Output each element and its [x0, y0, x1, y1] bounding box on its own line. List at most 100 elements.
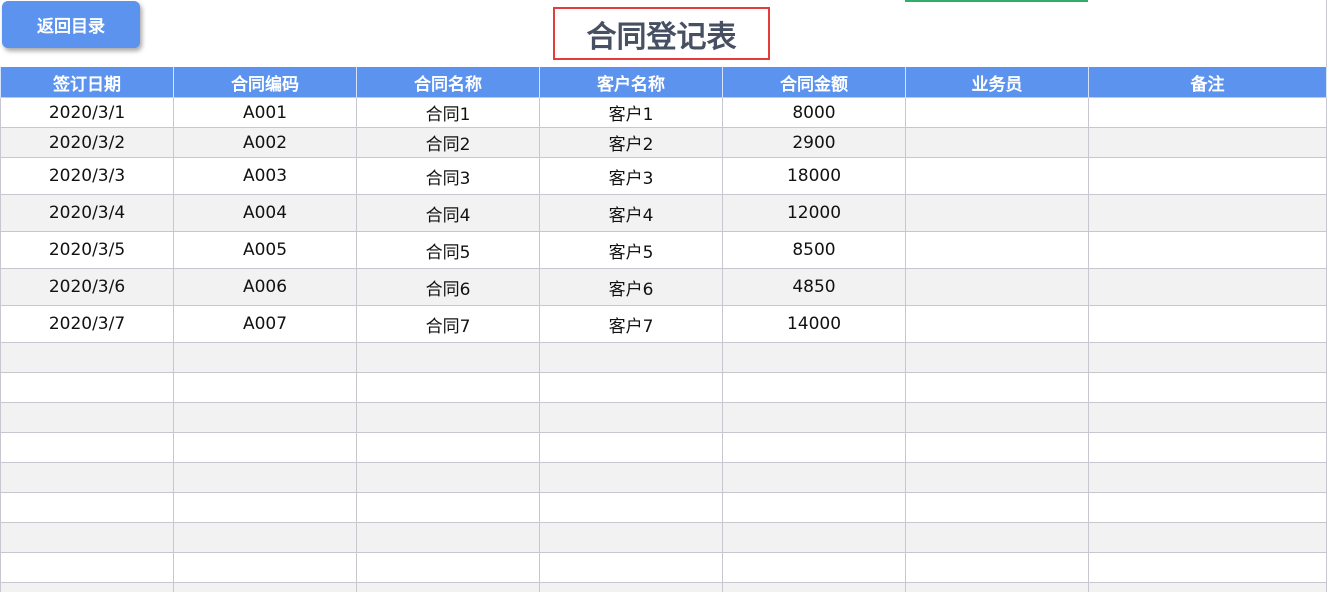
cell-customer-name[interactable] [539, 492, 723, 523]
cell-contract-amount[interactable]: 8000 [722, 97, 906, 128]
cell-contract-code[interactable]: A001 [173, 97, 357, 128]
cell-contract-amount[interactable] [722, 552, 906, 583]
header-contract-name[interactable]: 合同名称 [356, 67, 540, 98]
cell-contract-code[interactable] [173, 432, 357, 463]
cell-sign-date[interactable] [0, 432, 174, 463]
cell-sign-date[interactable]: 2020/3/7 [0, 305, 174, 343]
cell-sign-date[interactable] [0, 372, 174, 403]
cell-contract-code[interactable] [173, 342, 357, 373]
cell-sign-date[interactable]: 2020/3/4 [0, 194, 174, 232]
header-sign-date[interactable]: 签订日期 [0, 67, 174, 98]
cell-contract-name[interactable]: 合同4 [356, 194, 540, 232]
cell-remarks[interactable] [1088, 372, 1327, 403]
cell-remarks[interactable] [1088, 402, 1327, 433]
cell-sign-date[interactable]: 2020/3/6 [0, 268, 174, 306]
cell-customer-name[interactable]: 客户1 [539, 97, 723, 128]
cell-contract-name[interactable] [356, 372, 540, 403]
cell-customer-name[interactable]: 客户7 [539, 305, 723, 343]
cell-contract-amount[interactable]: 8500 [722, 231, 906, 269]
header-remarks[interactable]: 备注 [1088, 67, 1327, 98]
cell-sign-date[interactable] [0, 492, 174, 523]
cell-remarks[interactable] [1088, 582, 1327, 592]
cell-remarks[interactable] [1088, 342, 1327, 373]
cell-remarks[interactable] [1088, 552, 1327, 583]
header-contract-amount[interactable]: 合同金额 [722, 67, 906, 98]
cell-sign-date[interactable] [0, 462, 174, 493]
cell-customer-name[interactable] [539, 342, 723, 373]
back-to-index-button[interactable]: 返回目录 [2, 1, 140, 48]
cell-contract-amount[interactable]: 14000 [722, 305, 906, 343]
cell-contract-name[interactable]: 合同6 [356, 268, 540, 306]
cell-sign-date[interactable] [0, 552, 174, 583]
cell-customer-name[interactable] [539, 432, 723, 463]
cell-customer-name[interactable] [539, 522, 723, 553]
cell-customer-name[interactable]: 客户3 [539, 157, 723, 195]
cell-salesperson[interactable] [905, 342, 1089, 373]
cell-salesperson[interactable] [905, 432, 1089, 463]
cell-sign-date[interactable]: 2020/3/1 [0, 97, 174, 128]
cell-salesperson[interactable] [905, 522, 1089, 553]
cell-contract-name[interactable]: 合同2 [356, 127, 540, 158]
cell-contract-code[interactable] [173, 372, 357, 403]
cell-sign-date[interactable] [0, 522, 174, 553]
cell-contract-amount[interactable] [722, 342, 906, 373]
cell-remarks[interactable] [1088, 194, 1327, 232]
cell-contract-name[interactable] [356, 432, 540, 463]
cell-contract-name[interactable]: 合同1 [356, 97, 540, 128]
cell-contract-code[interactable] [173, 492, 357, 523]
cell-salesperson[interactable] [905, 231, 1089, 269]
page-title[interactable]: 合同登记表 [553, 7, 770, 60]
cell-contract-amount[interactable] [722, 372, 906, 403]
cell-contract-amount[interactable]: 4850 [722, 268, 906, 306]
cell-remarks[interactable] [1088, 305, 1327, 343]
cell-salesperson[interactable] [905, 305, 1089, 343]
cell-contract-name[interactable] [356, 582, 540, 592]
cell-sign-date[interactable]: 2020/3/2 [0, 127, 174, 158]
header-contract-code[interactable]: 合同编码 [173, 67, 357, 98]
cell-salesperson[interactable] [905, 402, 1089, 433]
cell-remarks[interactable] [1088, 492, 1327, 523]
cell-contract-name[interactable]: 合同7 [356, 305, 540, 343]
cell-contract-amount[interactable] [722, 432, 906, 463]
cell-contract-name[interactable] [356, 462, 540, 493]
cell-contract-code[interactable] [173, 582, 357, 592]
cell-remarks[interactable] [1088, 231, 1327, 269]
cell-contract-code[interactable]: A005 [173, 231, 357, 269]
cell-customer-name[interactable]: 客户6 [539, 268, 723, 306]
cell-contract-amount[interactable] [722, 492, 906, 523]
cell-remarks[interactable] [1088, 157, 1327, 195]
cell-remarks[interactable] [1088, 127, 1327, 158]
cell-contract-amount[interactable] [722, 462, 906, 493]
cell-contract-code[interactable]: A006 [173, 268, 357, 306]
cell-customer-name[interactable] [539, 372, 723, 403]
cell-contract-name[interactable] [356, 522, 540, 553]
cell-remarks[interactable] [1088, 97, 1327, 128]
cell-salesperson[interactable] [905, 492, 1089, 523]
header-customer-name[interactable]: 客户名称 [539, 67, 723, 98]
cell-salesperson[interactable] [905, 462, 1089, 493]
cell-sign-date[interactable]: 2020/3/3 [0, 157, 174, 195]
cell-remarks[interactable] [1088, 268, 1327, 306]
cell-contract-code[interactable]: A004 [173, 194, 357, 232]
cell-contract-code[interactable] [173, 522, 357, 553]
cell-contract-name[interactable] [356, 402, 540, 433]
cell-customer-name[interactable] [539, 462, 723, 493]
cell-salesperson[interactable] [905, 127, 1089, 158]
cell-remarks[interactable] [1088, 522, 1327, 553]
cell-salesperson[interactable] [905, 372, 1089, 403]
cell-salesperson[interactable] [905, 97, 1089, 128]
cell-salesperson[interactable] [905, 582, 1089, 592]
cell-customer-name[interactable]: 客户5 [539, 231, 723, 269]
cell-remarks[interactable] [1088, 432, 1327, 463]
cell-contract-name[interactable] [356, 552, 540, 583]
cell-contract-name[interactable] [356, 492, 540, 523]
cell-customer-name[interactable]: 客户4 [539, 194, 723, 232]
cell-customer-name[interactable]: 客户2 [539, 127, 723, 158]
cell-customer-name[interactable] [539, 552, 723, 583]
cell-sign-date[interactable]: 2020/3/5 [0, 231, 174, 269]
cell-contract-amount[interactable] [722, 582, 906, 592]
cell-contract-code[interactable]: A007 [173, 305, 357, 343]
cell-customer-name[interactable] [539, 582, 723, 592]
cell-contract-code[interactable] [173, 462, 357, 493]
cell-contract-code[interactable] [173, 402, 357, 433]
